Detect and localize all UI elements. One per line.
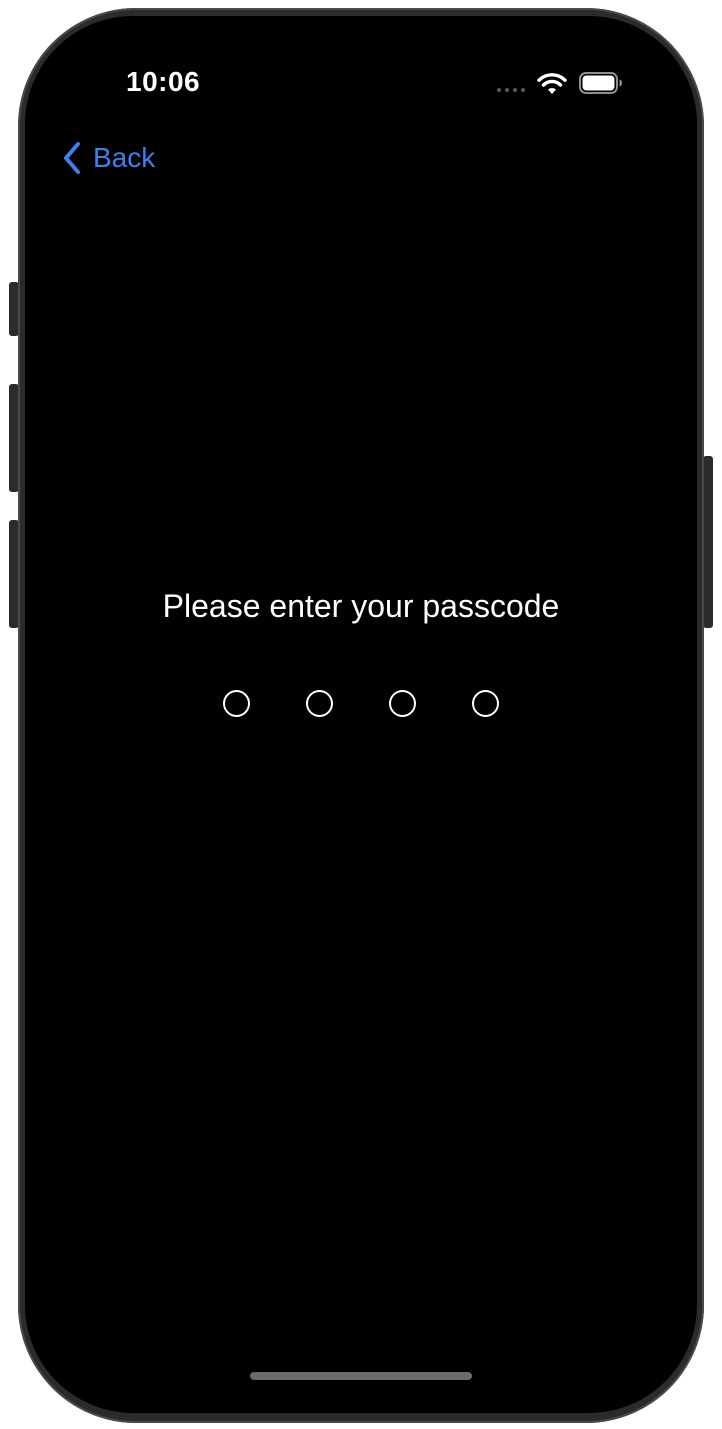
passcode-dot-3: [389, 690, 416, 717]
power-button: [703, 456, 713, 628]
passcode-dot-2: [306, 690, 333, 717]
status-time: 10:06: [126, 66, 201, 97]
signal-dots-icon: [497, 88, 525, 92]
wifi-icon: [537, 73, 567, 94]
passcode-dot-4: [472, 690, 499, 717]
chevron-left-icon: [64, 142, 80, 174]
battery-icon: [579, 72, 622, 94]
passcode-dot-1: [223, 690, 250, 717]
screen: 10:06 Back Please enter your passcode: [25, 16, 697, 1413]
home-indicator[interactable]: [250, 1372, 472, 1380]
back-label: Back: [93, 142, 156, 173]
back-button[interactable]: Back: [61, 138, 155, 178]
passcode-dots[interactable]: [25, 690, 697, 717]
passcode-prompt: Please enter your passcode: [162, 588, 560, 624]
